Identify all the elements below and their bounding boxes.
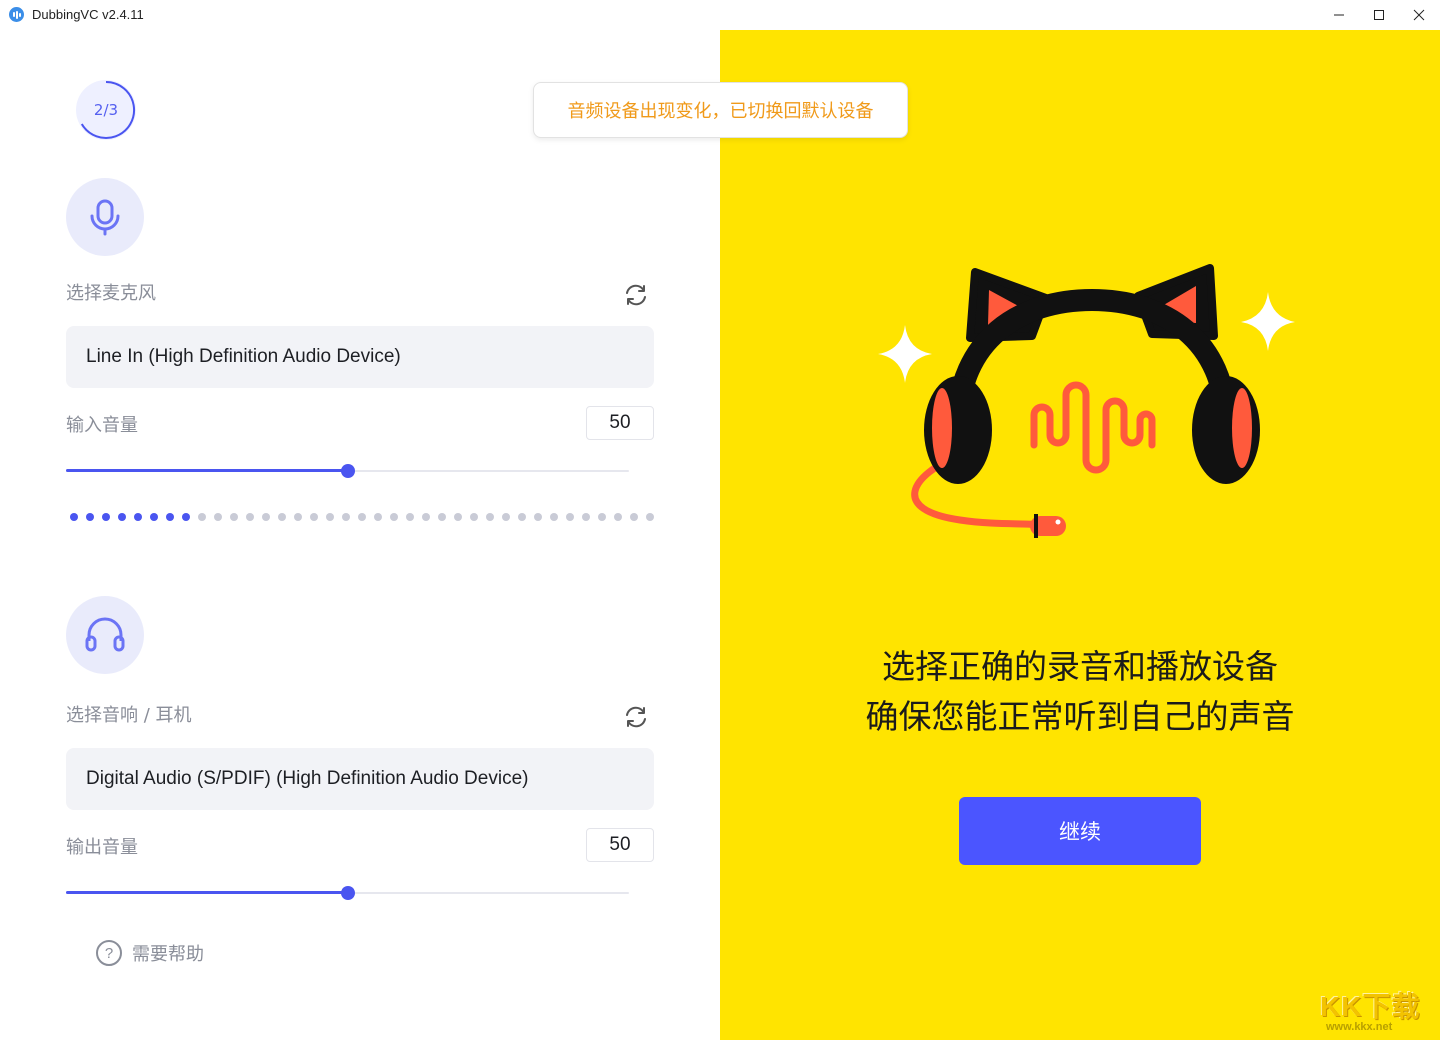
level-dot [342, 513, 350, 521]
speaker-device-select[interactable]: Digital Audio (S/PDIF) (High Definition … [66, 748, 654, 810]
level-dot [374, 513, 382, 521]
promo-line-1: 选择正确的录音和播放设备 [882, 647, 1278, 686]
minimize-icon [1334, 14, 1344, 16]
input-volume-label: 输入音量 [66, 415, 138, 436]
title-bar: DubbingVC v2.4.11 [0, 0, 1440, 30]
help-link[interactable]: ? 需要帮助 [96, 940, 204, 966]
microphone-device-select[interactable]: Line In (High Definition Audio Device) [66, 326, 654, 388]
level-dot [294, 513, 302, 521]
level-dot [166, 513, 174, 521]
sparkle-right-icon [1241, 292, 1295, 351]
level-dot [262, 513, 270, 521]
speaker-label: 选择音响 / 耳机 [66, 705, 192, 726]
level-dot [614, 513, 622, 521]
level-dot [502, 513, 510, 521]
continue-button[interactable]: 继续 [959, 797, 1201, 865]
close-icon [1413, 9, 1425, 21]
slider-fill [66, 891, 348, 894]
speaker-refresh-button[interactable] [621, 702, 651, 732]
level-dot [246, 513, 254, 521]
level-dot [150, 513, 158, 521]
microphone-label: 选择麦克风 [66, 283, 156, 304]
level-dot [454, 513, 462, 521]
level-dot [534, 513, 542, 521]
slider-fill [66, 469, 348, 472]
level-dot [102, 513, 110, 521]
cat-ear-headphones-illustration [878, 264, 1295, 538]
headphones-badge [66, 596, 144, 674]
step-label: 2/3 [93, 101, 119, 119]
sparkle-left-icon [878, 325, 932, 383]
close-button[interactable] [1396, 0, 1440, 30]
promo-panel: 选择正确的录音和播放设备 确保您能正常听到自己的声音 继续 KK下载 www.k… [720, 30, 1440, 1040]
level-dot [470, 513, 478, 521]
level-dot [70, 513, 78, 521]
level-dot [390, 513, 398, 521]
level-dot [214, 513, 222, 521]
level-dot [486, 513, 494, 521]
level-dot [182, 513, 190, 521]
watermark: KK下载 www.kkx.net [1320, 985, 1438, 1033]
maximize-icon [1374, 10, 1384, 20]
device-settings-panel: 2/3 选择麦克风 Line In (High Definition Audio… [0, 30, 720, 1040]
microphone-badge [66, 178, 144, 256]
input-level-meter [70, 513, 660, 523]
level-dot [422, 513, 430, 521]
level-dot [438, 513, 446, 521]
input-volume-field[interactable]: 50 [586, 406, 654, 440]
output-volume-slider[interactable] [66, 885, 629, 901]
level-dot [198, 513, 206, 521]
promo-line-2: 确保您能正常听到自己的声音 [865, 697, 1295, 736]
level-dot [582, 513, 590, 521]
watermark-logo: KK下载 [1320, 991, 1421, 1022]
window-title: DubbingVC v2.4.11 [32, 7, 144, 22]
help-icon: ? [96, 940, 122, 966]
level-dot [86, 513, 94, 521]
level-dot [134, 513, 142, 521]
headphones-icon [85, 617, 125, 652]
input-volume-slider[interactable] [66, 463, 629, 479]
output-volume-label: 输出音量 [66, 837, 138, 858]
output-volume-field[interactable]: 50 [586, 828, 654, 862]
device-changed-toast: 音频设备出现变化，已切换回默认设备 [533, 82, 908, 138]
level-dot [310, 513, 318, 521]
slider-thumb[interactable] [340, 464, 355, 478]
refresh-icon [626, 284, 646, 306]
microphone-icon [90, 199, 120, 236]
help-label: 需要帮助 [132, 944, 204, 965]
level-dot [646, 513, 654, 521]
app-logo-icon [9, 7, 24, 22]
level-dot [406, 513, 414, 521]
slider-thumb[interactable] [340, 886, 355, 900]
step-indicator: 2/3 [76, 80, 136, 140]
level-dot [278, 513, 286, 521]
microphone-refresh-button[interactable] [621, 280, 651, 310]
level-dot [358, 513, 366, 521]
level-dot [566, 513, 574, 521]
level-dot [550, 513, 558, 521]
level-dot [230, 513, 238, 521]
level-dot [630, 513, 638, 521]
level-dot [598, 513, 606, 521]
level-dot [518, 513, 526, 521]
level-dot [326, 513, 334, 521]
level-dot [118, 513, 126, 521]
refresh-icon [626, 706, 646, 728]
